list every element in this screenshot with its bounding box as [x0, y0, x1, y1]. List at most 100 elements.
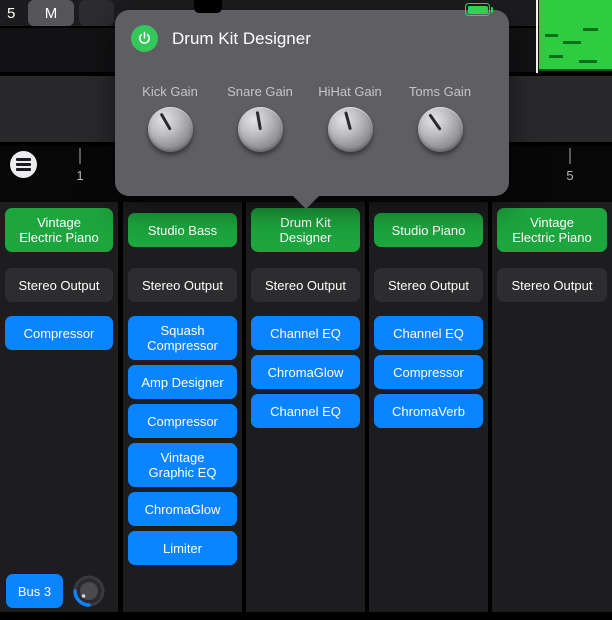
output-label: Stereo Output [131, 278, 234, 293]
snare-gain-knob[interactable] [238, 107, 283, 152]
plugin-label: ChromaGlow [254, 365, 357, 380]
instrument-label: Vintage Electric Piano [500, 215, 604, 245]
plugin-button[interactable]: ChromaGlow [251, 355, 360, 389]
plugin-label: Compressor [377, 365, 480, 380]
output-label: Stereo Output [377, 278, 480, 293]
plugin-button[interactable]: Channel EQ [251, 394, 360, 428]
plugin-button[interactable]: Compressor [5, 316, 113, 350]
instrument-label: Drum Kit Designer [254, 215, 357, 245]
output-button[interactable]: Stereo Output [128, 268, 237, 302]
plugin-label: ChromaGlow [131, 502, 234, 517]
channel-strips: Vintage Electric Piano Stereo Output Compr… [0, 202, 612, 612]
output-button[interactable]: Stereo Output [5, 268, 113, 302]
instrument-button[interactable]: Drum Kit Designer [251, 208, 360, 252]
plugin-list: Squash Compressor Amp Designer Compressor V… [128, 316, 237, 565]
knob-pointer-icon [428, 113, 441, 130]
plugin-button[interactable]: ChromaGlow [128, 492, 237, 526]
plugin-label: ChromaVerb [377, 404, 480, 419]
instrument-button[interactable]: Vintage Electric Piano [5, 208, 113, 252]
knob-group: Toms Gain [395, 84, 485, 152]
channel-strip: Drum Kit Designer Stereo Output Channel EQ… [246, 202, 365, 612]
toms-gain-knob[interactable] [418, 107, 463, 152]
plugin-popover: Drum Kit Designer Kick Gain Snare Gain HiH… [115, 10, 509, 196]
strip-filter-button[interactable] [10, 151, 37, 178]
ruler-number: 5 [562, 168, 578, 183]
knob-pointer-icon [255, 111, 261, 130]
plugin-button[interactable]: Compressor [374, 355, 483, 389]
channel-strip: Vintage Electric Piano Stereo Output [492, 202, 612, 612]
battery-icon [465, 3, 490, 16]
battery-cap [491, 7, 494, 13]
channel-strip: Studio Piano Stereo Output Channel EQ Compr… [369, 202, 488, 612]
mixer-view: 15 5 M Vintage Electric PianoStereo Outp… [0, 0, 612, 620]
plugin-button[interactable]: Vintage Graphic EQ [128, 443, 237, 487]
midi-region[interactable] [539, 0, 612, 71]
instrument-button[interactable]: Studio Piano [374, 213, 483, 247]
knob-group: Kick Gain [125, 84, 215, 152]
instrument-slot: Vintage Electric Piano [5, 207, 113, 253]
plugin-list: Channel EQ Compressor ChromaVerb [374, 316, 483, 428]
bus-button[interactable]: Bus 3 [6, 574, 63, 608]
plugin-label: Channel EQ [377, 326, 480, 341]
instrument-slot: Vintage Electric Piano [497, 207, 607, 253]
plugin-label: Amp Designer [131, 375, 234, 390]
plugin-button[interactable]: Amp Designer [128, 365, 237, 399]
power-icon [137, 31, 152, 46]
track-header-button[interactable] [79, 0, 114, 26]
instrument-slot: Studio Bass [128, 207, 237, 253]
playhead[interactable] [536, 0, 538, 73]
bus-knob-icon [72, 574, 106, 608]
popover-header: Drum Kit Designer [131, 25, 311, 52]
knob-pointer-icon [159, 112, 171, 130]
plugin-button[interactable]: Compressor [128, 404, 237, 438]
plugin-label: Squash Compressor [131, 323, 234, 353]
knob-label: Kick Gain [142, 84, 198, 99]
output-button[interactable]: Stereo Output [497, 268, 607, 302]
display-chip [194, 0, 222, 13]
plugin-label: Vintage Graphic EQ [131, 450, 234, 480]
plugin-label: Channel EQ [254, 404, 357, 419]
instrument-slot: Drum Kit Designer [251, 207, 360, 253]
knob-label: Toms Gain [409, 84, 471, 99]
plugin-label: Channel EQ [254, 326, 357, 341]
plugin-button[interactable]: Limiter [128, 531, 237, 565]
kick-gain-knob[interactable] [148, 107, 193, 152]
power-button[interactable] [131, 25, 158, 52]
instrument-label: Vintage Electric Piano [8, 215, 110, 245]
bus-level-knob[interactable] [72, 574, 106, 608]
hihat-gain-knob[interactable] [328, 107, 373, 152]
plugin-button[interactable]: ChromaVerb [374, 394, 483, 428]
menu-lines-icon [16, 158, 31, 161]
knob-label: Snare Gain [227, 84, 293, 99]
channel-strip: Vintage Electric Piano Stereo Output Compr… [0, 202, 118, 612]
ruler-tick [79, 148, 81, 164]
instrument-button[interactable]: Studio Bass [128, 213, 237, 247]
channel-strip: Studio Bass Stereo Output Squash Compresso… [123, 202, 242, 612]
knob-pointer-icon [344, 111, 351, 130]
track-number: 5 [7, 5, 15, 22]
mute-button[interactable]: M [28, 0, 74, 26]
knob-group: Snare Gain [215, 84, 305, 152]
output-label: Stereo Output [500, 278, 604, 293]
plugin-list: Compressor [5, 316, 113, 350]
plugin-label: Limiter [131, 541, 234, 556]
popover-title: Drum Kit Designer [172, 29, 311, 49]
menu-lines-icon [16, 168, 31, 171]
plugin-button[interactable]: Channel EQ [251, 316, 360, 350]
knob-row: Kick Gain Snare Gain HiHat Gain Toms Gain [125, 84, 485, 152]
plugin-button[interactable]: Channel EQ [374, 316, 483, 350]
battery-fill [468, 6, 488, 14]
plugin-button[interactable]: Squash Compressor [128, 316, 237, 360]
knob-label: HiHat Gain [318, 84, 382, 99]
popover-pointer [293, 196, 319, 209]
instrument-label: Studio Piano [377, 223, 480, 238]
plugin-label: Compressor [8, 326, 110, 341]
plugin-list: Channel EQ ChromaGlow Channel EQ [251, 316, 360, 428]
output-label: Stereo Output [254, 278, 357, 293]
plugin-label: Compressor [131, 414, 234, 429]
instrument-label: Studio Bass [131, 223, 234, 238]
output-button[interactable]: Stereo Output [374, 268, 483, 302]
instrument-slot: Studio Piano [374, 207, 483, 253]
instrument-button[interactable]: Vintage Electric Piano [497, 208, 607, 252]
output-button[interactable]: Stereo Output [251, 268, 360, 302]
